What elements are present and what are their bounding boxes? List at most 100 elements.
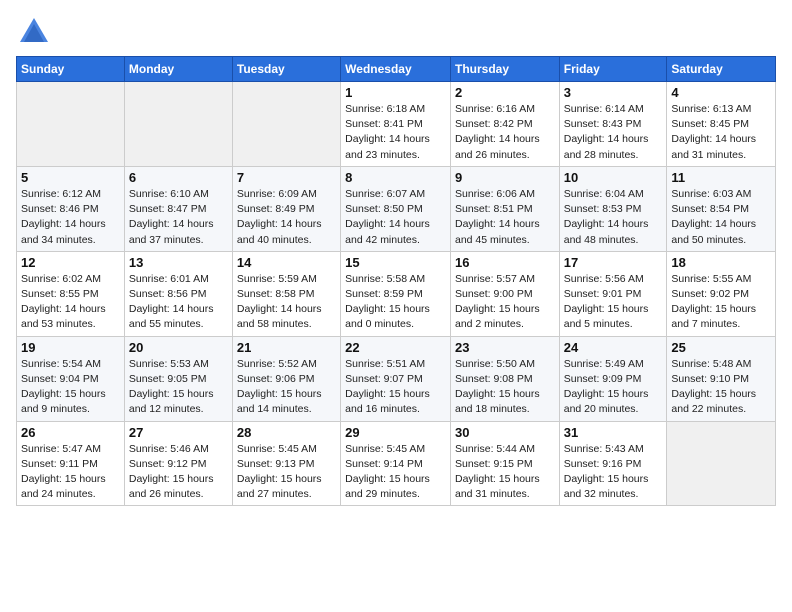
day-info: Sunrise: 6:10 AM Sunset: 8:47 PM Dayligh… <box>129 187 228 248</box>
page: SundayMondayTuesdayWednesdayThursdayFrid… <box>0 0 792 612</box>
day-number: 12 <box>21 255 120 270</box>
header-day-friday: Friday <box>559 57 667 82</box>
calendar-cell: 27 Sunrise: 5:46 AM Sunset: 9:12 PM Dayli… <box>124 421 232 506</box>
day-number: 23 <box>455 340 555 355</box>
calendar-cell: 5 Sunrise: 6:12 AM Sunset: 8:46 PM Daylig… <box>17 166 125 251</box>
header-day-thursday: Thursday <box>450 57 559 82</box>
calendar-cell: 16Sunrise: 5:57 AM Sunset: 9:00 PM Dayli… <box>450 251 559 336</box>
day-number: 20 <box>129 340 228 355</box>
day-number: 15 <box>345 255 446 270</box>
calendar-cell: 21 Sunrise: 5:52 AM Sunset: 9:06 PM Dayli… <box>232 336 340 421</box>
calendar-cell: 7Sunrise: 6:09 AM Sunset: 8:49 PM Daylig… <box>232 166 340 251</box>
day-info: Sunrise: 6:12 AM Sunset: 8:46 PM Dayligh… <box>21 187 120 248</box>
week-row-5: 26 Sunrise: 5:47 AM Sunset: 9:11 PM Dayli… <box>17 421 776 506</box>
calendar-header-row: SundayMondayTuesdayWednesdayThursdayFrid… <box>17 57 776 82</box>
day-info: Sunrise: 5:58 AM Sunset: 8:59 PM Dayligh… <box>345 272 446 333</box>
calendar-cell: 3 Sunrise: 6:14 AM Sunset: 8:43 PM Daylig… <box>559 82 667 167</box>
calendar-cell: 15 Sunrise: 5:58 AM Sunset: 8:59 PM Dayli… <box>341 251 451 336</box>
day-number: 11 <box>671 170 771 185</box>
header-day-wednesday: Wednesday <box>341 57 451 82</box>
day-number: 5 <box>21 170 120 185</box>
day-info: Sunrise: 6:07 AM Sunset: 8:50 PM Dayligh… <box>345 187 446 248</box>
logo <box>16 14 56 50</box>
day-info: Sunrise: 5:57 AM Sunset: 9:00 PM Dayligh… <box>455 272 555 333</box>
day-info: Sunrise: 5:54 AM Sunset: 9:04 PM Dayligh… <box>21 357 120 418</box>
day-number: 1 <box>345 85 446 100</box>
day-number: 29 <box>345 425 446 440</box>
day-number: 3 <box>564 85 663 100</box>
day-number: 10 <box>564 170 663 185</box>
header <box>16 10 776 50</box>
day-info: Sunrise: 5:55 AM Sunset: 9:02 PM Dayligh… <box>671 272 771 333</box>
day-number: 17 <box>564 255 663 270</box>
day-info: Sunrise: 6:14 AM Sunset: 8:43 PM Dayligh… <box>564 102 663 163</box>
calendar-cell: 30Sunrise: 5:44 AM Sunset: 9:15 PM Dayli… <box>450 421 559 506</box>
day-info: Sunrise: 6:09 AM Sunset: 8:49 PM Dayligh… <box>237 187 336 248</box>
day-info: Sunrise: 5:46 AM Sunset: 9:12 PM Dayligh… <box>129 442 228 503</box>
calendar-cell: 18Sunrise: 5:55 AM Sunset: 9:02 PM Dayli… <box>667 251 776 336</box>
day-info: Sunrise: 6:03 AM Sunset: 8:54 PM Dayligh… <box>671 187 771 248</box>
day-info: Sunrise: 5:45 AM Sunset: 9:14 PM Dayligh… <box>345 442 446 503</box>
day-info: Sunrise: 6:01 AM Sunset: 8:56 PM Dayligh… <box>129 272 228 333</box>
day-info: Sunrise: 6:13 AM Sunset: 8:45 PM Dayligh… <box>671 102 771 163</box>
day-info: Sunrise: 5:45 AM Sunset: 9:13 PM Dayligh… <box>237 442 336 503</box>
day-number: 26 <box>21 425 120 440</box>
day-info: Sunrise: 6:06 AM Sunset: 8:51 PM Dayligh… <box>455 187 555 248</box>
calendar-cell: 29 Sunrise: 5:45 AM Sunset: 9:14 PM Dayli… <box>341 421 451 506</box>
calendar-cell: 11 Sunrise: 6:03 AM Sunset: 8:54 PM Dayli… <box>667 166 776 251</box>
calendar-cell: 12 Sunrise: 6:02 AM Sunset: 8:55 PM Dayli… <box>17 251 125 336</box>
calendar-cell <box>17 82 125 167</box>
day-info: Sunrise: 6:18 AM Sunset: 8:41 PM Dayligh… <box>345 102 446 163</box>
calendar-cell: 2Sunrise: 6:16 AM Sunset: 8:42 PM Daylig… <box>450 82 559 167</box>
calendar-cell: 6 Sunrise: 6:10 AM Sunset: 8:47 PM Daylig… <box>124 166 232 251</box>
calendar-cell: 22 Sunrise: 5:51 AM Sunset: 9:07 PM Dayli… <box>341 336 451 421</box>
day-number: 22 <box>345 340 446 355</box>
day-info: Sunrise: 5:59 AM Sunset: 8:58 PM Dayligh… <box>237 272 336 333</box>
day-number: 6 <box>129 170 228 185</box>
day-info: Sunrise: 5:47 AM Sunset: 9:11 PM Dayligh… <box>21 442 120 503</box>
calendar-cell: 4 Sunrise: 6:13 AM Sunset: 8:45 PM Daylig… <box>667 82 776 167</box>
calendar-cell: 17Sunrise: 5:56 AM Sunset: 9:01 PM Dayli… <box>559 251 667 336</box>
calendar-cell: 28 Sunrise: 5:45 AM Sunset: 9:13 PM Dayli… <box>232 421 340 506</box>
header-day-saturday: Saturday <box>667 57 776 82</box>
day-number: 21 <box>237 340 336 355</box>
calendar-cell <box>124 82 232 167</box>
day-number: 4 <box>671 85 771 100</box>
calendar-cell: 26 Sunrise: 5:47 AM Sunset: 9:11 PM Dayli… <box>17 421 125 506</box>
day-number: 30 <box>455 425 555 440</box>
day-info: Sunrise: 5:53 AM Sunset: 9:05 PM Dayligh… <box>129 357 228 418</box>
calendar: SundayMondayTuesdayWednesdayThursdayFrid… <box>16 56 776 506</box>
header-day-tuesday: Tuesday <box>232 57 340 82</box>
week-row-1: 1 Sunrise: 6:18 AM Sunset: 8:41 PM Daylig… <box>17 82 776 167</box>
day-info: Sunrise: 5:43 AM Sunset: 9:16 PM Dayligh… <box>564 442 663 503</box>
calendar-cell: 10 Sunrise: 6:04 AM Sunset: 8:53 PM Dayli… <box>559 166 667 251</box>
day-info: Sunrise: 6:16 AM Sunset: 8:42 PM Dayligh… <box>455 102 555 163</box>
calendar-cell <box>667 421 776 506</box>
header-day-monday: Monday <box>124 57 232 82</box>
day-number: 24 <box>564 340 663 355</box>
logo-icon <box>16 14 52 50</box>
calendar-cell: 24 Sunrise: 5:49 AM Sunset: 9:09 PM Dayli… <box>559 336 667 421</box>
day-info: Sunrise: 5:52 AM Sunset: 9:06 PM Dayligh… <box>237 357 336 418</box>
week-row-3: 12 Sunrise: 6:02 AM Sunset: 8:55 PM Dayli… <box>17 251 776 336</box>
day-info: Sunrise: 6:04 AM Sunset: 8:53 PM Dayligh… <box>564 187 663 248</box>
day-info: Sunrise: 5:48 AM Sunset: 9:10 PM Dayligh… <box>671 357 771 418</box>
day-number: 14 <box>237 255 336 270</box>
day-number: 31 <box>564 425 663 440</box>
day-info: Sunrise: 5:51 AM Sunset: 9:07 PM Dayligh… <box>345 357 446 418</box>
day-number: 27 <box>129 425 228 440</box>
day-info: Sunrise: 6:02 AM Sunset: 8:55 PM Dayligh… <box>21 272 120 333</box>
day-number: 25 <box>671 340 771 355</box>
calendar-cell: 14 Sunrise: 5:59 AM Sunset: 8:58 PM Dayli… <box>232 251 340 336</box>
week-row-4: 19Sunrise: 5:54 AM Sunset: 9:04 PM Dayli… <box>17 336 776 421</box>
calendar-cell: 23Sunrise: 5:50 AM Sunset: 9:08 PM Dayli… <box>450 336 559 421</box>
calendar-cell: 19Sunrise: 5:54 AM Sunset: 9:04 PM Dayli… <box>17 336 125 421</box>
day-number: 9 <box>455 170 555 185</box>
week-row-2: 5 Sunrise: 6:12 AM Sunset: 8:46 PM Daylig… <box>17 166 776 251</box>
calendar-cell: 31 Sunrise: 5:43 AM Sunset: 9:16 PM Dayli… <box>559 421 667 506</box>
day-info: Sunrise: 5:49 AM Sunset: 9:09 PM Dayligh… <box>564 357 663 418</box>
day-number: 28 <box>237 425 336 440</box>
day-number: 13 <box>129 255 228 270</box>
day-number: 8 <box>345 170 446 185</box>
calendar-cell: 20 Sunrise: 5:53 AM Sunset: 9:05 PM Dayli… <box>124 336 232 421</box>
